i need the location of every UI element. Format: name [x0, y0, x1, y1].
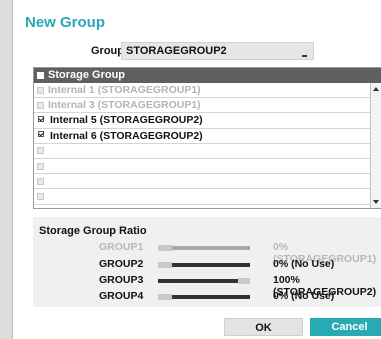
checked-checkbox[interactable]	[37, 131, 46, 140]
ratio-slider-handle	[158, 245, 172, 251]
ratio-value: 0% (No Use)	[273, 290, 335, 302]
list-item-label: Internal 5 (STORAGEGROUP2)	[50, 114, 203, 127]
checkbox[interactable]	[37, 162, 44, 170]
ratio-title: Storage Group Ratio	[39, 225, 147, 237]
group-select-value: STORAGEGROUP2	[126, 45, 227, 57]
list-item[interactable]	[34, 159, 370, 175]
ratio-slider-handle[interactable]	[158, 262, 172, 268]
storage-ratio-panel: Storage Group Ratio GROUP1 0% (STORAGEGRO…	[33, 217, 381, 307]
list-item-label: Internal 1 (STORAGEGROUP1)	[48, 84, 201, 97]
storage-group-header-label: Storage Group	[48, 69, 126, 81]
dropdown-icon	[302, 55, 307, 57]
storage-rows: Internal 1 (STORAGEGROUP1) Internal 3 (ST…	[34, 83, 370, 205]
list-item[interactable]	[34, 174, 370, 190]
storage-group-list: Storage Group Internal 1 (STORAGEGROUP1)…	[33, 67, 381, 209]
storage-group-header[interactable]: Storage Group	[34, 68, 381, 83]
cancel-button[interactable]: Cancel	[310, 318, 381, 336]
ratio-slider-track	[172, 263, 250, 267]
ratio-row: GROUP2 0% (No Use)	[33, 258, 381, 272]
ratio-slider-handle[interactable]	[158, 294, 172, 300]
ratio-slider-track	[172, 246, 250, 250]
list-item-label: Internal 3 (STORAGEGROUP1)	[48, 99, 201, 112]
checkbox[interactable]	[37, 101, 44, 109]
ok-button[interactable]: OK	[224, 318, 303, 336]
list-item[interactable]: Internal 1 (STORAGEGROUP1)	[34, 83, 370, 99]
new-group-dialog: New Group Group STORAGEGROUP2 Storage Gr…	[12, 0, 381, 339]
scroll-down-icon[interactable]	[373, 200, 379, 204]
ratio-slider-track	[158, 279, 238, 283]
checkbox[interactable]	[37, 147, 44, 155]
ratio-slider-handle[interactable]	[238, 278, 250, 284]
ratio-slider	[158, 245, 250, 251]
list-item-label: Internal 6 (STORAGEGROUP2)	[50, 129, 203, 142]
group-label: Group	[91, 45, 124, 57]
ratio-group-name: GROUP4	[99, 290, 144, 302]
checkbox[interactable]	[37, 192, 44, 200]
ratio-slider[interactable]	[158, 278, 250, 284]
list-item[interactable]: Internal 3 (STORAGEGROUP1)	[34, 98, 370, 114]
ratio-row: GROUP1 0% (STORAGEGROUP1)	[33, 241, 381, 265]
ratio-slider-track	[172, 295, 250, 299]
checkbox[interactable]	[37, 177, 44, 185]
checked-checkbox[interactable]	[37, 115, 46, 125]
ratio-group-name: GROUP3	[99, 274, 144, 286]
ratio-row: GROUP3 100% (STORAGEGROUP2)	[33, 274, 381, 298]
list-scrollbar[interactable]	[370, 83, 381, 208]
ratio-group-name: GROUP1	[99, 241, 144, 253]
list-item[interactable]	[34, 189, 370, 205]
ratio-value: 0% (No Use)	[273, 258, 335, 270]
ratio-slider[interactable]	[158, 262, 250, 268]
group-select[interactable]: STORAGEGROUP2	[121, 42, 314, 60]
list-item[interactable]	[34, 144, 370, 159]
select-all-checkbox[interactable]	[37, 72, 44, 79]
dialog-title: New Group	[25, 14, 106, 31]
scroll-up-icon[interactable]	[373, 87, 379, 91]
ratio-group-name: GROUP2	[99, 258, 144, 270]
checkbox[interactable]	[37, 86, 44, 94]
list-item[interactable]: Internal 5 (STORAGEGROUP2)	[34, 113, 370, 129]
ratio-slider[interactable]	[158, 294, 250, 300]
ratio-row: GROUP4 0% (No Use)	[33, 290, 381, 304]
list-item[interactable]: Internal 6 (STORAGEGROUP2)	[34, 129, 370, 144]
